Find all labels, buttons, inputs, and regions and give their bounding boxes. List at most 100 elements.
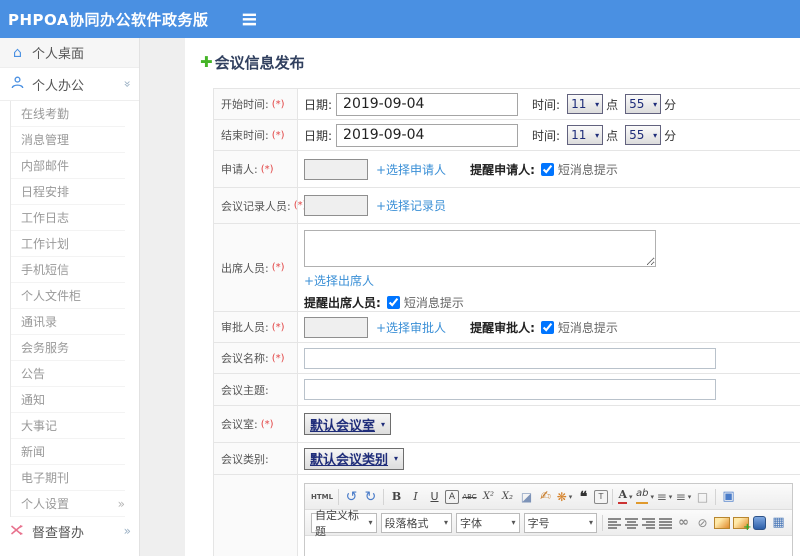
- insert-table-button[interactable]: ▦: [770, 513, 787, 533]
- format-painter-button[interactable]: ❋ ▾: [556, 487, 573, 507]
- sidebar-item-attendance[interactable]: 在线考勤: [11, 101, 125, 127]
- field-label: 会议名称:: [221, 352, 269, 365]
- paragraph-format-select[interactable]: 段落格式 ▾: [380, 512, 453, 533]
- sidebar-item-contacts[interactable]: 通讯录: [11, 309, 125, 335]
- insert-link-button[interactable]: ∞: [675, 513, 692, 533]
- align-justify-button[interactable]: [659, 517, 673, 529]
- sidebar-item-e-journal[interactable]: 电子期刊: [11, 465, 125, 491]
- caret-down-icon: ▾: [568, 492, 573, 501]
- editor-content-area[interactable]: [305, 536, 792, 556]
- select-attendees-link[interactable]: +选择出席人: [304, 272, 374, 289]
- clean-format-button[interactable]: ✍: [537, 487, 554, 507]
- meeting-topic-input[interactable]: [304, 379, 716, 400]
- sidebar-item-meeting-service[interactable]: 会务服务: [11, 335, 125, 361]
- eraser-button[interactable]: ◪: [518, 487, 535, 507]
- font-size-select[interactable]: 字号 ▾: [523, 512, 598, 533]
- fullscreen-button[interactable]: ▣: [720, 487, 737, 507]
- remove-link-button[interactable]: ⊘: [694, 513, 711, 533]
- sidebar-item-schedule[interactable]: 日程安排: [11, 179, 125, 205]
- sidebar-item-work-log[interactable]: 工作日志: [11, 205, 125, 231]
- sidebar-item-notices[interactable]: 通知: [11, 387, 125, 413]
- sidebar-item-internal-mail[interactable]: 内部邮件: [11, 153, 125, 179]
- meeting-category-select[interactable]: 默认会议类别 ▾: [304, 447, 405, 470]
- select-approver-link[interactable]: +选择审批人: [376, 319, 446, 336]
- sidebar-item-personal-office[interactable]: 个人办公 »: [0, 68, 139, 101]
- caret-down-icon: ▾: [511, 518, 516, 527]
- blockquote-button[interactable]: ❝: [575, 487, 592, 507]
- insert-image-button[interactable]: [713, 513, 730, 533]
- attendees-textarea[interactable]: [304, 230, 656, 267]
- sms-hint-label: 短消息提示: [557, 320, 618, 335]
- sidebar-item-desktop[interactable]: ⌂ 个人桌面: [0, 38, 139, 68]
- paste-text-button[interactable]: T: [594, 489, 608, 504]
- italic-button[interactable]: I: [407, 487, 424, 507]
- strikethrough-button[interactable]: ABC: [461, 487, 478, 507]
- attendees-sms-checkbox[interactable]: [386, 296, 400, 309]
- hamburger-menu-icon[interactable]: ≡: [241, 8, 259, 30]
- sidebar-item-supervision[interactable]: 督查督办 »: [0, 517, 139, 545]
- sidebar-item-mobile-sms[interactable]: 手机短信: [11, 257, 125, 283]
- start-hour-select[interactable]: 11 ▾: [567, 94, 604, 114]
- meeting-name-input[interactable]: [304, 347, 716, 369]
- sidebar-item-memorabilia[interactable]: 大事记: [11, 413, 125, 439]
- subscript-button[interactable]: X₂: [499, 487, 516, 507]
- end-minute-select[interactable]: 55 ▾: [625, 125, 662, 145]
- end-date-input[interactable]: [336, 123, 519, 147]
- sidebar-item-label: 督查督办: [32, 525, 85, 541]
- font-family-select[interactable]: 字体 ▾: [456, 512, 520, 533]
- required-mark: (*): [260, 163, 274, 175]
- highlight-color-button[interactable]: ab ▾: [636, 487, 654, 507]
- insert-media-button[interactable]: [751, 513, 768, 533]
- applicant-input[interactable]: [304, 158, 368, 180]
- sidebar-item-work-plan[interactable]: 工作计划: [11, 231, 125, 257]
- approver-input[interactable]: [304, 316, 368, 338]
- field-label: 开始时间:: [221, 98, 269, 111]
- ordered-list-button[interactable]: ≡ ▾: [656, 487, 673, 507]
- align-left-button[interactable]: [608, 517, 622, 529]
- sidebar-item-news[interactable]: 新闻: [11, 439, 125, 465]
- bold-button[interactable]: B: [388, 487, 405, 507]
- caret-down-icon: ▾: [444, 518, 449, 527]
- caret-down-icon: ▾: [653, 130, 658, 140]
- meeting-room-select[interactable]: 默认会议室 ▾: [304, 413, 392, 435]
- sidebar-item-label: 个人桌面: [32, 47, 85, 62]
- required-mark: (*): [271, 321, 285, 333]
- end-hour-select[interactable]: 11 ▾: [567, 125, 604, 145]
- hour-unit-label: 点: [606, 128, 619, 143]
- redo-button[interactable]: ↻: [362, 487, 379, 507]
- page-title-text: 会议信息发布: [214, 53, 305, 72]
- form-row-approver: 审批人员: (*) +选择审批人 提醒审批人: 短消息提示: [214, 312, 800, 343]
- form-row-recorder: 会议记录人员: (*) +选择记录员: [214, 188, 800, 224]
- applicant-sms-checkbox[interactable]: [540, 162, 554, 176]
- caret-down-icon: ▾: [595, 99, 600, 109]
- undo-button[interactable]: ↺: [343, 487, 360, 507]
- superscript-button[interactable]: X²: [480, 487, 497, 507]
- html-source-button[interactable]: HTML: [310, 487, 334, 507]
- sidebar-item-announcements[interactable]: 公告: [11, 361, 125, 387]
- sidebar-item-personal-settings[interactable]: 个人设置 »: [11, 491, 125, 517]
- unordered-list-button[interactable]: ≡ ▾: [675, 487, 692, 507]
- heading-select[interactable]: 自定义标题 ▾: [311, 509, 377, 538]
- recorder-input[interactable]: [304, 195, 368, 216]
- approver-sms-checkbox[interactable]: [540, 320, 554, 334]
- image-icon: [713, 516, 730, 529]
- add-icon: ✚: [200, 53, 213, 71]
- main-content: ✚ 会议信息发布 开始时间: (*) 日期: 时间: 11▾ 点 55▾ 分 结…: [185, 38, 800, 556]
- align-right-button[interactable]: [642, 517, 656, 529]
- align-center-button[interactable]: [625, 517, 639, 529]
- upload-image-button[interactable]: [732, 513, 752, 533]
- sidebar-item-messages[interactable]: 消息管理: [11, 127, 125, 153]
- start-date-input[interactable]: [336, 92, 519, 116]
- sidebar-item-personal-files[interactable]: 个人文件柜: [11, 283, 125, 309]
- caret-down-icon: ▾: [595, 130, 600, 140]
- underline-button[interactable]: U: [426, 487, 443, 507]
- start-minute-select[interactable]: 55 ▾: [625, 94, 662, 114]
- new-page-button[interactable]: □: [694, 487, 711, 507]
- select-recorder-link[interactable]: +选择记录员: [376, 197, 446, 214]
- select-applicant-link[interactable]: +选择申请人: [376, 161, 446, 178]
- app-logo: PHPOA协同办公软件政务版: [8, 10, 209, 29]
- font-color-button[interactable]: A ▾: [617, 487, 634, 507]
- form-row-attendees: 出席人员: (*) +选择出席人 提醒出席人员: 短消息提示: [214, 224, 800, 312]
- font-border-button[interactable]: A: [445, 489, 459, 504]
- required-mark: (*): [271, 129, 285, 141]
